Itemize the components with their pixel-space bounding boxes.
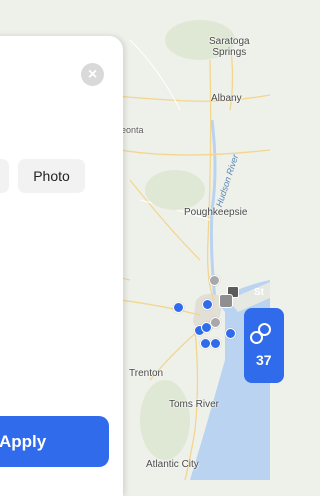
place-toms-river: Toms River: [169, 399, 220, 410]
cluster-count: 37: [256, 352, 272, 368]
place-trenton: Trenton: [129, 368, 164, 379]
place-poughkeepsie: Poughkeepsie: [184, 207, 248, 218]
map-marker[interactable]: [209, 275, 220, 286]
map-marker[interactable]: [202, 299, 213, 310]
filter-chip[interactable]: [0, 159, 9, 193]
close-icon: ×: [87, 65, 98, 83]
map-marker[interactable]: [173, 302, 184, 313]
marker-cluster[interactable]: 37: [244, 308, 284, 383]
place-atlantic-city: Atlantic City: [146, 459, 199, 470]
close-button[interactable]: ×: [81, 63, 104, 86]
place-oneonta: eonta: [121, 125, 144, 135]
map-marker[interactable]: [210, 338, 221, 349]
place-saratoga-springs: Saratoga Springs: [209, 36, 250, 58]
photo-chip[interactable]: Photo: [18, 159, 85, 193]
region-label: St: [254, 287, 264, 298]
apply-button[interactable]: Apply: [0, 416, 109, 467]
gas-station-icon[interactable]: [219, 294, 233, 308]
place-albany: Albany: [211, 93, 242, 104]
map-marker[interactable]: [225, 328, 236, 339]
map-marker[interactable]: [201, 322, 212, 333]
cluster-ring-icon: [258, 323, 271, 336]
